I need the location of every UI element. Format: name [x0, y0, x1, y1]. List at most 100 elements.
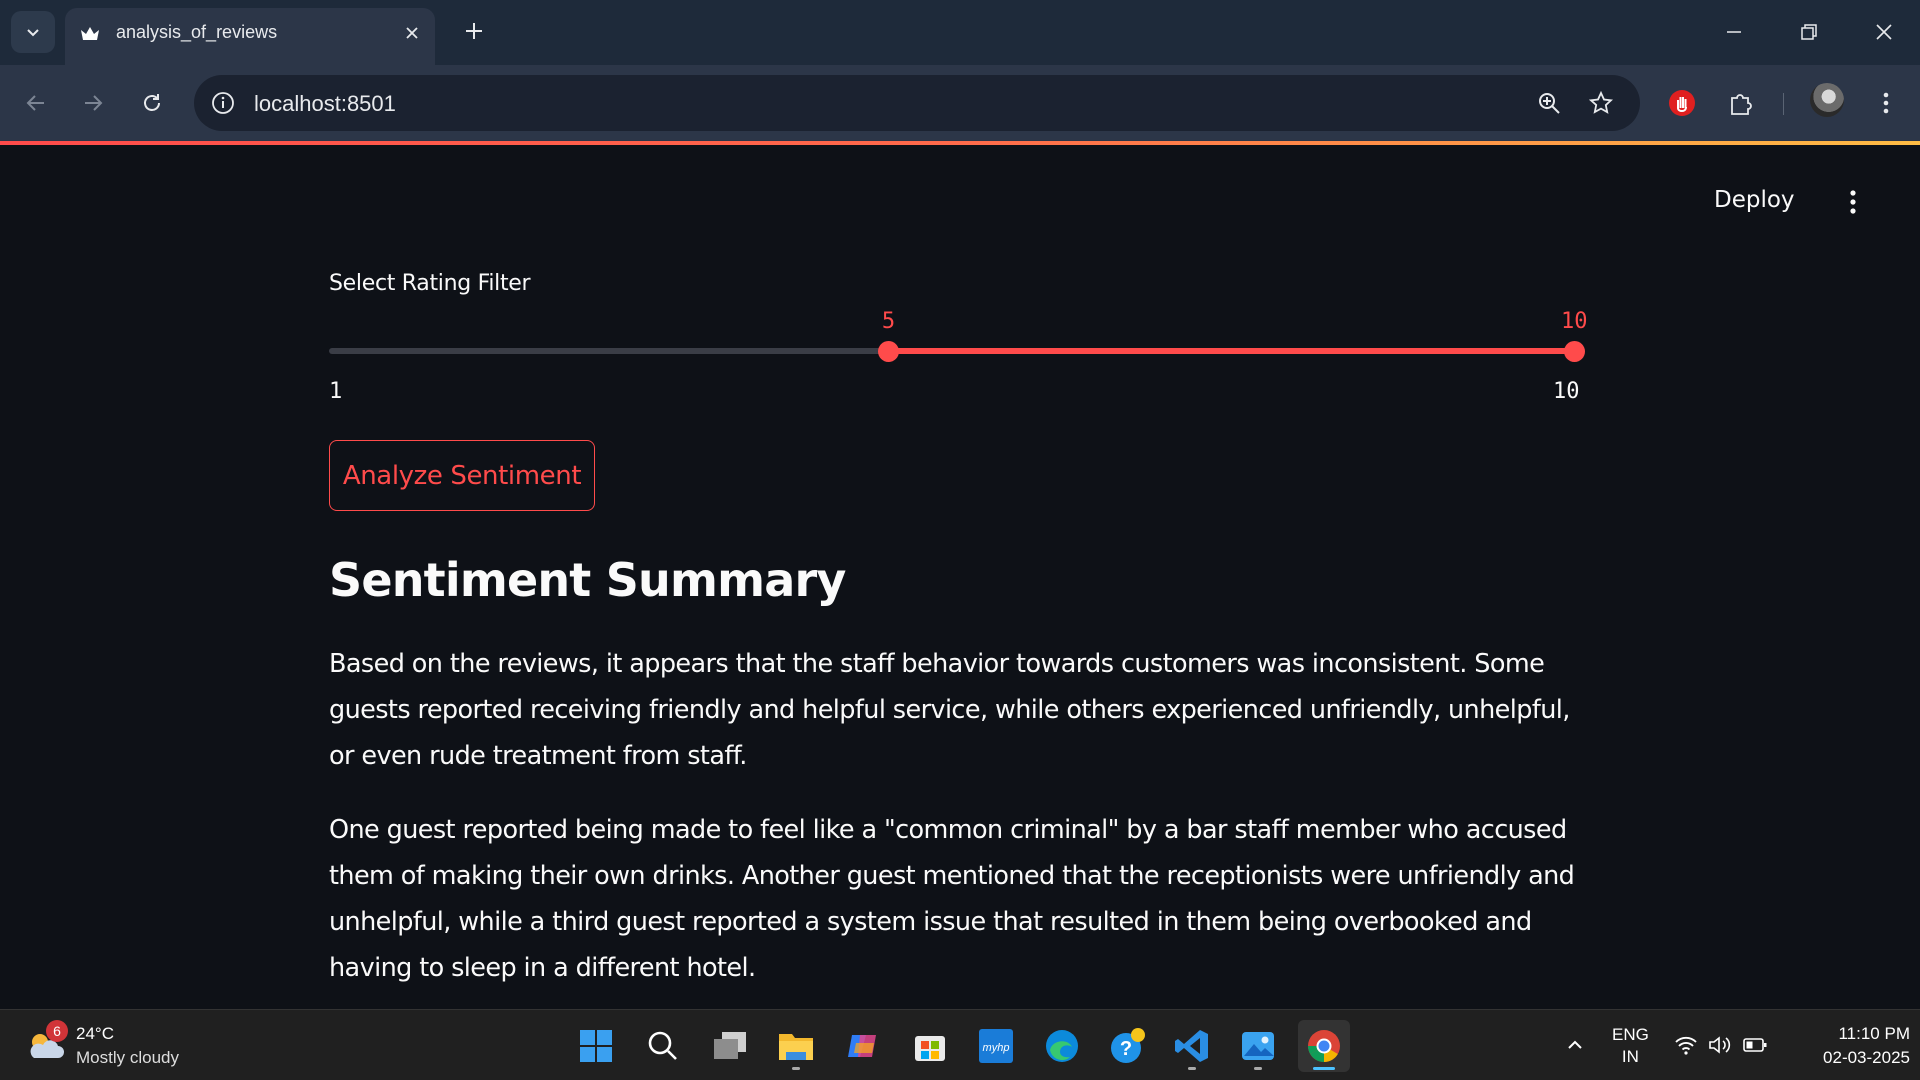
close-icon — [1876, 24, 1892, 40]
volume-icon — [1709, 1036, 1731, 1054]
language-code: ENG — [1612, 1025, 1649, 1044]
vscode-icon — [1175, 1030, 1208, 1062]
running-indicator — [1188, 1067, 1196, 1070]
back-button[interactable] — [16, 83, 56, 123]
deploy-button[interactable]: Deploy — [1714, 187, 1795, 213]
browser-titlebar: analysis_of_reviews — [0, 0, 1920, 65]
plus-icon — [466, 23, 482, 39]
task-view-icon — [714, 1032, 746, 1059]
taskbar-app-vscode[interactable] — [1166, 1020, 1218, 1072]
star-icon — [1589, 91, 1613, 114]
chevron-up-icon — [1568, 1040, 1582, 1049]
show-hidden-icons-button[interactable] — [1562, 1032, 1588, 1058]
start-button[interactable] — [570, 1020, 622, 1072]
store-icon — [915, 1036, 945, 1061]
puzzle-icon — [1731, 94, 1752, 115]
chevron-down-icon — [27, 29, 39, 37]
weather-alert-badge: 6 — [46, 1020, 68, 1042]
wifi-icon — [1675, 1036, 1697, 1055]
taskbar-app-store[interactable] — [904, 1020, 956, 1072]
taskbar-app-photos[interactable] — [1232, 1020, 1284, 1072]
rating-slider-low-thumb[interactable] — [877, 341, 899, 362]
info-icon — [212, 92, 234, 114]
taskbar-app-copilot[interactable] — [837, 1020, 889, 1072]
clock-time: 11:10 PM — [1838, 1024, 1910, 1043]
start-icon — [580, 1030, 612, 1062]
summary-paragraph: One guest reported being made to feel li… — [329, 815, 1575, 983]
system-tray[interactable] — [1674, 1032, 1768, 1058]
minimize-icon — [1727, 31, 1741, 33]
toolbar-separator — [1783, 93, 1784, 115]
reload-icon — [144, 94, 160, 111]
tab-close-button[interactable] — [398, 19, 426, 47]
taskbar-app-file-explorer[interactable] — [770, 1020, 822, 1072]
extensions-button[interactable] — [1721, 83, 1761, 123]
arrow-right-icon — [85, 95, 103, 111]
forward-button[interactable] — [73, 83, 113, 123]
help-icon: ? — [1111, 1028, 1145, 1063]
main-menu-button[interactable] — [1840, 187, 1866, 217]
browser-tab[interactable]: analysis_of_reviews — [65, 8, 435, 65]
profile-avatar[interactable] — [1810, 83, 1844, 117]
file-explorer-icon — [779, 1034, 813, 1060]
app-main: Deploy Select Rating Filter 5 10 1 10 An… — [0, 145, 1920, 1009]
svg-text:myhp: myhp — [983, 1042, 1010, 1054]
rating-filter-label: Select Rating Filter — [329, 271, 531, 296]
search-icon — [648, 1031, 677, 1060]
taskbar-app-chrome[interactable] — [1298, 1020, 1350, 1072]
zoom-button[interactable] — [1533, 87, 1565, 119]
summary-paragraph: Based on the reviews, it appears that th… — [329, 649, 1570, 771]
svg-text:?: ? — [1120, 1038, 1132, 1060]
edge-icon — [1046, 1030, 1078, 1062]
chrome-icon — [1308, 1030, 1340, 1062]
rating-slider-max-label: 10 — [1553, 379, 1580, 404]
minimize-button[interactable] — [1712, 10, 1756, 54]
rating-slider-high-thumb[interactable] — [1564, 341, 1585, 362]
arrow-left-icon — [26, 95, 44, 111]
summary-heading: Sentiment Summary — [329, 553, 846, 607]
clock-date: 02-03-2025 — [1823, 1048, 1910, 1067]
region-code: IN — [1621, 1047, 1639, 1066]
new-tab-button[interactable] — [458, 15, 490, 47]
restore-icon — [1801, 24, 1817, 40]
rating-slider-high-value: 10 — [1561, 309, 1588, 334]
url-text: localhost:8501 — [254, 91, 396, 116]
active-indicator — [1313, 1067, 1335, 1070]
task-view-button[interactable] — [704, 1020, 756, 1072]
taskbar-app-get-help[interactable]: ? — [1102, 1020, 1154, 1072]
input-language-indicator[interactable]: ENG IN — [1612, 1024, 1649, 1068]
analyze-sentiment-button[interactable]: Analyze Sentiment — [329, 440, 595, 511]
close-window-button[interactable] — [1862, 10, 1906, 54]
taskbar: 6 24°C Mostly cloudy myhp ? ENG IN 11:10… — [0, 1009, 1920, 1080]
weather-description: Mostly cloudy — [76, 1048, 179, 1067]
myhp-icon: myhp — [979, 1029, 1013, 1063]
browser-menu-button[interactable] — [1866, 83, 1906, 123]
restore-button[interactable] — [1787, 10, 1831, 54]
site-info-button[interactable] — [208, 88, 238, 118]
more-vertical-icon — [1850, 190, 1856, 214]
taskbar-app-myhp[interactable]: myhp — [970, 1020, 1022, 1072]
copilot-icon — [848, 1035, 876, 1057]
running-indicator — [1254, 1067, 1262, 1070]
rating-slider-range — [888, 348, 1575, 354]
zoom-in-icon — [1539, 93, 1560, 114]
browser-toolbar: localhost:8501 — [0, 65, 1920, 141]
rating-slider-low-value: 5 — [881, 309, 896, 334]
taskbar-app-edge[interactable] — [1036, 1020, 1088, 1072]
close-icon — [406, 27, 418, 39]
weather-temperature: 24°C — [76, 1024, 114, 1043]
more-vertical-icon — [1883, 92, 1889, 114]
extension-stop-button[interactable] — [1662, 83, 1702, 123]
running-indicator — [792, 1067, 800, 1070]
taskbar-search-button[interactable] — [637, 1020, 689, 1072]
battery-icon — [1743, 1038, 1767, 1052]
system-clock[interactable]: 11:10 PM 02-03-2025 — [1790, 1022, 1910, 1070]
tab-search-button[interactable] — [11, 11, 55, 53]
tab-title: analysis_of_reviews — [116, 22, 278, 42]
address-bar[interactable]: localhost:8501 — [194, 75, 1640, 131]
hand-stop-icon — [1669, 90, 1695, 116]
reload-button[interactable] — [132, 83, 172, 123]
rating-slider-min-label: 1 — [329, 379, 343, 404]
streamlit-crown-icon — [81, 27, 99, 40]
bookmark-button[interactable] — [1585, 87, 1617, 119]
